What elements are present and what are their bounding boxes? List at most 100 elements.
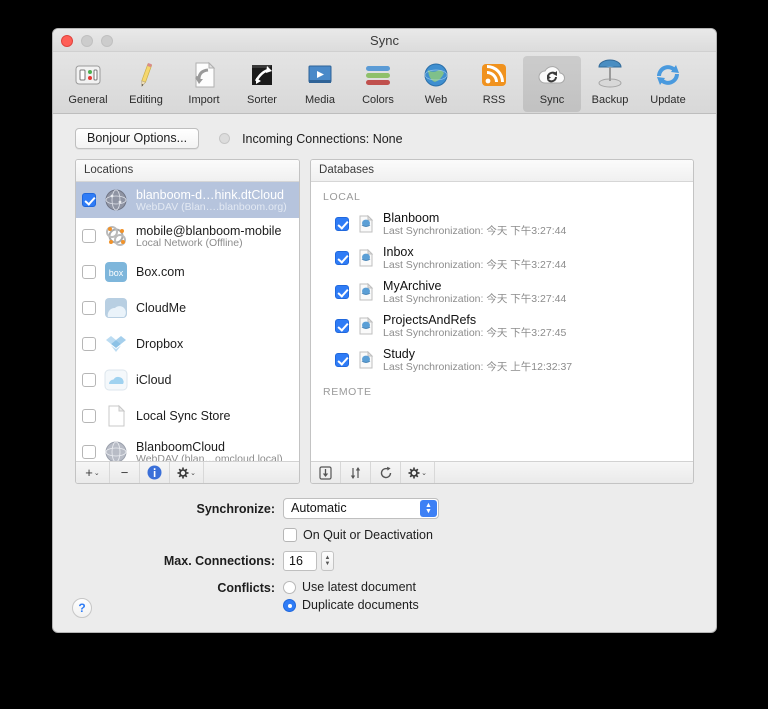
- location-subtitle: Local Network (Offline): [136, 237, 281, 249]
- database-row-blanboom[interactable]: Blanboom Last Synchronization: 今天 下午3:27…: [311, 207, 693, 241]
- location-checkbox[interactable]: [82, 409, 96, 423]
- locations-list[interactable]: blanboom-d…hink.dtCloud WebDAV (Blan….bl…: [76, 182, 299, 461]
- conflict-option-use-latest[interactable]: Use latest document: [283, 580, 419, 594]
- gear-icon: [177, 467, 189, 479]
- location-checkbox[interactable]: [82, 193, 96, 207]
- duplicate-radio[interactable]: [283, 599, 296, 612]
- on-quit-checkbox-row[interactable]: On Quit or Deactivation: [283, 528, 433, 542]
- locations-header: Locations: [76, 160, 299, 182]
- toolbar-item-sorter[interactable]: Sorter: [233, 56, 291, 112]
- synchronize-label: Synchronize:: [75, 502, 283, 516]
- use-latest-radio[interactable]: [283, 581, 296, 594]
- database-row-projectsandrefs[interactable]: ProjectsAndRefs Last Synchronization: 今天…: [311, 309, 693, 343]
- location-text: mobile@blanboom-mobile Local Network (Of…: [136, 224, 281, 249]
- toolbar-item-import[interactable]: Import: [175, 56, 233, 112]
- toolbar-item-general[interactable]: General: [59, 56, 117, 112]
- databases-list[interactable]: LOCAL Blanboom Last Synchronization:: [311, 182, 693, 461]
- location-checkbox[interactable]: [82, 265, 96, 279]
- plus-icon: +: [85, 465, 93, 480]
- database-row-study[interactable]: Study Last Synchronization: 今天 上午12:32:3…: [311, 343, 693, 377]
- location-text: BlanboomCloud WebDAV (blan…omcloud.local…: [136, 440, 283, 462]
- database-checkbox[interactable]: [335, 353, 349, 367]
- toolbar-label: Sync: [540, 94, 564, 106]
- toolbar-item-sync[interactable]: Sync: [523, 56, 581, 112]
- location-row-blanboomcloud[interactable]: BlanboomCloud WebDAV (blan…omcloud.local…: [76, 434, 299, 461]
- database-checkbox[interactable]: [335, 319, 349, 333]
- add-location-button[interactable]: +⌄: [76, 462, 110, 483]
- locations-action-menu-button[interactable]: ⌄: [170, 462, 204, 483]
- location-row-dropbox[interactable]: Dropbox: [76, 326, 299, 362]
- location-row-mobile[interactable]: mobile@blanboom-mobile Local Network (Of…: [76, 218, 299, 254]
- location-text: Dropbox: [136, 337, 183, 351]
- location-checkbox[interactable]: [82, 445, 96, 459]
- toolbar-item-backup[interactable]: Backup: [581, 56, 639, 112]
- on-quit-checkbox[interactable]: [283, 528, 297, 542]
- location-row-local-sync-store[interactable]: Local Sync Store: [76, 398, 299, 434]
- location-checkbox[interactable]: [82, 229, 96, 243]
- synchronize-value: Automatic: [291, 501, 347, 515]
- on-quit-row: On Quit or Deactivation: [75, 528, 694, 542]
- general-icon: [72, 59, 104, 91]
- preferences-window: Sync General: [52, 28, 717, 633]
- toolbar-item-media[interactable]: Media: [291, 56, 349, 112]
- toolbar-label: Update: [650, 94, 685, 106]
- database-file-icon: [357, 283, 375, 301]
- close-button[interactable]: [61, 35, 73, 47]
- toolbar-item-web[interactable]: Web: [407, 56, 465, 112]
- remove-location-button[interactable]: −: [110, 462, 140, 483]
- databases-footer: ⌄: [311, 461, 693, 483]
- databases-panel: Databases LOCAL Blanboom: [310, 159, 694, 484]
- refresh-button[interactable]: [371, 462, 401, 483]
- databases-action-menu-button[interactable]: ⌄: [401, 462, 435, 483]
- panels-container: Locations blanboom-d…hink.: [53, 159, 716, 484]
- toolbar-label: RSS: [483, 94, 506, 106]
- location-name: BlanboomCloud: [136, 440, 283, 454]
- minimize-button[interactable]: [81, 35, 93, 47]
- toolbar-label: Import: [188, 94, 219, 106]
- database-row-myarchive[interactable]: MyArchive Last Synchronization: 今天 下午3:2…: [311, 275, 693, 309]
- preferences-toolbar: General Editing: [53, 52, 716, 114]
- toolbar-item-colors[interactable]: Colors: [349, 56, 407, 112]
- location-checkbox[interactable]: [82, 337, 96, 351]
- database-file-icon: [357, 351, 375, 369]
- import-icon: [188, 59, 220, 91]
- group-label-local: LOCAL: [311, 182, 693, 207]
- toolbar-label: Backup: [592, 94, 629, 106]
- group-label-remote: REMOTE: [311, 377, 693, 402]
- database-file-icon: [357, 317, 375, 335]
- media-icon: [304, 59, 336, 91]
- location-name: Dropbox: [136, 337, 183, 351]
- database-checkbox[interactable]: [335, 217, 349, 231]
- location-row-cloudme[interactable]: CloudMe: [76, 290, 299, 326]
- up-down-arrows-icon: [349, 466, 362, 480]
- location-checkbox[interactable]: [82, 373, 96, 387]
- database-checkbox[interactable]: [335, 285, 349, 299]
- import-database-button[interactable]: [311, 462, 341, 483]
- help-button[interactable]: ?: [72, 598, 92, 618]
- location-checkbox[interactable]: [82, 301, 96, 315]
- zoom-button[interactable]: [101, 35, 113, 47]
- webdav-globe-icon: [103, 439, 129, 461]
- database-checkbox[interactable]: [335, 251, 349, 265]
- database-text: MyArchive Last Synchronization: 今天 下午3:2…: [383, 279, 566, 306]
- locations-footer-spacer: [204, 462, 299, 483]
- database-sync-time: Last Synchronization: 今天 下午3:27:44: [383, 223, 566, 238]
- max-connections-stepper[interactable]: ▲ ▼: [321, 551, 334, 571]
- synchronize-select[interactable]: Automatic ▲▼: [283, 498, 439, 519]
- location-row-dtcloud[interactable]: blanboom-d…hink.dtCloud WebDAV (Blan….bl…: [76, 182, 299, 218]
- location-info-button[interactable]: [140, 462, 170, 483]
- bonjour-options-button[interactable]: Bonjour Options...: [75, 128, 199, 149]
- conflicts-row: Conflicts: Use latest document Duplicate…: [75, 580, 694, 616]
- max-connections-label: Max. Connections:: [75, 554, 283, 568]
- database-row-inbox[interactable]: Inbox Last Synchronization: 今天 下午3:27:44: [311, 241, 693, 275]
- toolbar-item-editing[interactable]: Editing: [117, 56, 175, 112]
- max-connections-input[interactable]: 16: [283, 551, 317, 571]
- location-row-box[interactable]: box Box.com: [76, 254, 299, 290]
- conflict-option-duplicate[interactable]: Duplicate documents: [283, 598, 419, 612]
- toolbar-item-rss[interactable]: RSS: [465, 56, 523, 112]
- gear-icon: [408, 467, 420, 479]
- location-row-icloud[interactable]: iCloud: [76, 362, 299, 398]
- pencil-icon: [130, 59, 162, 91]
- toolbar-item-update[interactable]: Update: [639, 56, 697, 112]
- sync-now-button[interactable]: [341, 462, 371, 483]
